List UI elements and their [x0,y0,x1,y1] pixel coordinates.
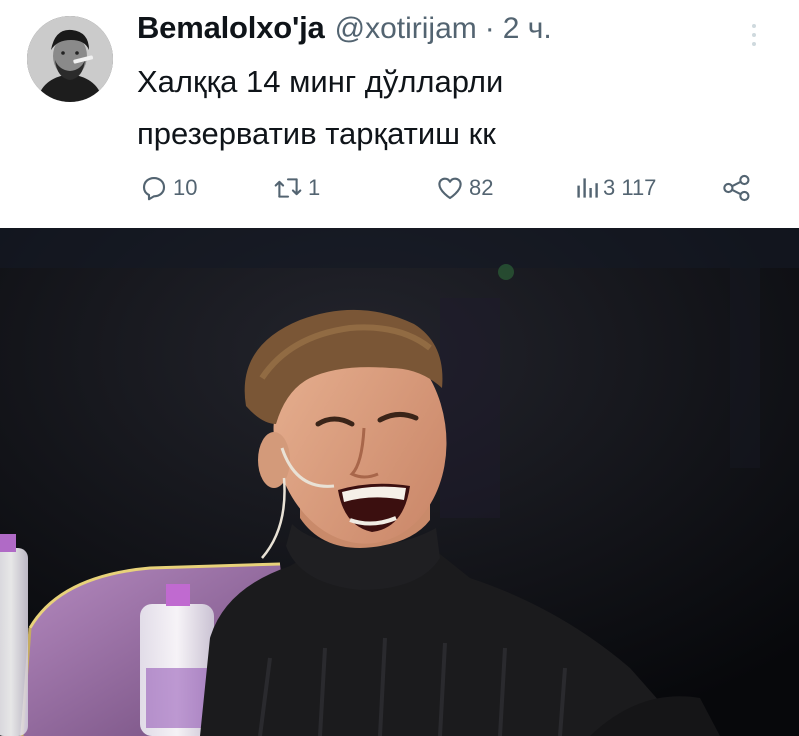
action-bar: 10 1 82 3 117 [137,168,762,208]
reply-count: 10 [173,175,198,200]
like-icon [435,173,465,203]
tweet-header: Bemalolxo'ja @xotirijam · 2 ч. [137,10,552,50]
tweet-text-line: Халққа 14 минг дўлларли [137,64,504,99]
timestamp[interactable]: 2 ч. [503,12,552,46]
separator-dot: · [484,12,495,45]
views-icon [575,173,599,203]
tweet-text: Халққа 14 минг дўлларли презерватив тарқ… [137,56,757,160]
user-handle[interactable]: @xotirijam [335,12,477,46]
reply-button[interactable]: 10 [139,168,197,208]
share-icon [721,173,753,203]
tweet-card: Bemalolxo'ja @xotirijam · 2 ч. Халққа 14… [0,0,799,228]
views-button[interactable]: 3 117 [575,168,656,208]
retweet-button[interactable]: 1 [272,168,320,208]
retweet-count: 1 [308,175,321,200]
retweet-icon [272,173,304,203]
avatar[interactable] [27,16,113,102]
like-button[interactable]: 82 [435,168,493,208]
display-name[interactable]: Bemalolxo'ja [137,10,325,46]
tweet-text-line: презерватив тарқатиш кк [137,116,496,151]
reply-icon [139,173,169,203]
attached-photo[interactable] [0,228,799,736]
like-count: 82 [469,175,494,200]
share-button[interactable] [721,168,753,208]
more-options-icon[interactable] [748,24,760,50]
views-count: 3 117 [603,175,657,200]
